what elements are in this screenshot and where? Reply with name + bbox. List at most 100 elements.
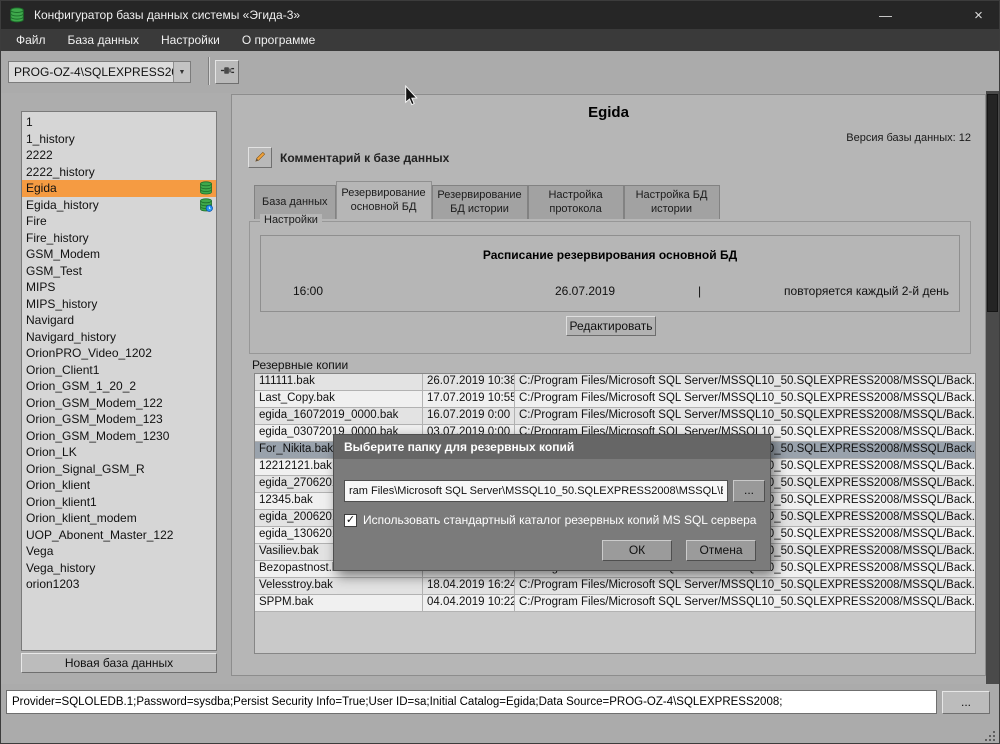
vertical-scrollbar[interactable]: [986, 91, 999, 737]
database-label: GSM_Test: [26, 264, 82, 278]
menu-item[interactable]: База данных: [57, 29, 150, 51]
database-list-item[interactable]: Fire_history: [22, 230, 216, 247]
database-label: Fire: [26, 214, 47, 228]
backup-file-cell: Last_Copy.bak: [255, 391, 423, 408]
database-history-icon: [199, 198, 213, 212]
database-list-item[interactable]: Egida_history: [22, 197, 216, 214]
checkbox-checked-icon[interactable]: ✓: [344, 514, 357, 527]
title-bar: Конфигуратор базы данных системы «Эгида-…: [1, 1, 999, 29]
database-list-item[interactable]: Orion_GSM_1_20_2: [22, 378, 216, 395]
connection-bar: ...: [1, 684, 999, 744]
connection-string-input[interactable]: [6, 690, 937, 714]
table-row[interactable]: egida_16072019_0000.bak16.07.2019 0:00C:…: [255, 408, 975, 425]
database-label: 1: [26, 115, 33, 129]
backup-path-cell: C:/Program Files/Microsoft SQL Server/MS…: [515, 578, 975, 595]
table-row[interactable]: 111111.bak26.07.2019 10:38C:/Program Fil…: [255, 374, 975, 391]
toolbar-separator: [208, 57, 210, 85]
database-list-item[interactable]: orion1203: [22, 576, 216, 593]
database-label: MIPS_history: [26, 297, 97, 311]
plug-icon: [220, 63, 235, 81]
new-database-button[interactable]: Новая база данных: [21, 653, 217, 673]
edit-comment-button[interactable]: [248, 147, 272, 168]
tab[interactable]: Настройка БД истории: [624, 185, 720, 219]
table-row[interactable]: SPPM.bak04.04.2019 10:22C:/Program Files…: [255, 595, 975, 612]
schedule-separator: |: [698, 284, 701, 298]
database-label: orion1203: [26, 577, 79, 591]
database-list-item[interactable]: MIPS_history: [22, 296, 216, 313]
menu-item[interactable]: Настройки: [150, 29, 231, 51]
server-combobox-value: PROG-OZ-4\SQLEXPRESS2008: [9, 65, 173, 79]
database-list-item[interactable]: Navigard_history: [22, 329, 216, 346]
database-list-item[interactable]: GSM_Modem: [22, 246, 216, 263]
database-list-item[interactable]: 2222: [22, 147, 216, 164]
database-label: MIPS: [26, 280, 55, 294]
connect-button[interactable]: [215, 60, 239, 84]
server-combobox[interactable]: PROG-OZ-4\SQLEXPRESS2008 ▼: [8, 61, 191, 83]
database-label: Navigard_history: [26, 330, 116, 344]
database-list-item[interactable]: Vega_history: [22, 560, 216, 577]
edit-schedule-button[interactable]: Редактировать: [566, 316, 656, 336]
backup-date-cell: 04.04.2019 10:22: [423, 595, 515, 612]
database-list-item[interactable]: 1_history: [22, 131, 216, 148]
database-label: Fire_history: [26, 231, 89, 245]
database-list-item[interactable]: Orion_GSM_Modem_122: [22, 395, 216, 412]
app-window: Конфигуратор базы данных системы «Эгида-…: [0, 0, 1000, 744]
window-title: Конфигуратор базы данных системы «Эгида-…: [34, 8, 300, 22]
table-row[interactable]: Velesstroy.bak18.04.2019 16:24C:/Program…: [255, 578, 975, 595]
database-label: Egida_history: [26, 198, 99, 212]
database-label: Orion_GSM_1_20_2: [26, 379, 136, 393]
database-list-item[interactable]: Egida: [22, 180, 216, 197]
backup-path-input[interactable]: [344, 480, 728, 502]
database-list-item[interactable]: Orion_klient: [22, 477, 216, 494]
backup-file-cell: egida_16072019_0000.bak: [255, 408, 423, 425]
backup-date-cell: 26.07.2019 10:38: [423, 374, 515, 391]
backup-date-cell: 16.07.2019 0:00: [423, 408, 515, 425]
backup-file-cell: 111111.bak: [255, 374, 423, 391]
database-icon: [199, 181, 213, 195]
app-database-icon: [9, 7, 26, 24]
backup-folder-dialog: Выберите папку для резервных копий ... ✓…: [333, 434, 771, 571]
minimize-button[interactable]: —: [863, 1, 908, 29]
database-label: 2222: [26, 148, 53, 162]
backup-date-cell: 18.04.2019 16:24: [423, 578, 515, 595]
database-list-item[interactable]: Orion_klient1: [22, 494, 216, 511]
close-button[interactable]: ×: [956, 1, 1000, 29]
menu-item[interactable]: Файл: [5, 29, 57, 51]
database-list-item[interactable]: Orion_GSM_Modem_123: [22, 411, 216, 428]
database-label: GSM_Modem: [26, 247, 100, 261]
dialog-browse-button[interactable]: ...: [733, 480, 765, 502]
scrollbar-thumb[interactable]: [987, 94, 998, 312]
database-list-item[interactable]: UOP_Abonent_Master_122: [22, 527, 216, 544]
database-list-item[interactable]: Orion_Signal_GSM_R: [22, 461, 216, 478]
menu-item[interactable]: О программе: [231, 29, 326, 51]
database-list-item[interactable]: 2222_history: [22, 164, 216, 181]
database-list-item[interactable]: Navigard: [22, 312, 216, 329]
resize-grip[interactable]: [984, 730, 996, 742]
main-panel: Egida Версия базы данных: 12 Комментарий…: [231, 94, 986, 676]
database-list-item[interactable]: Orion_GSM_Modem_1230: [22, 428, 216, 445]
tab[interactable]: Настройка протокола: [528, 185, 624, 219]
database-label: 1_history: [26, 132, 75, 146]
schedule-date: 26.07.2019: [555, 284, 615, 298]
tab[interactable]: Резервирование основной БД: [336, 181, 432, 219]
table-row[interactable]: Last_Copy.bak17.07.2019 10:55C:/Program …: [255, 391, 975, 408]
database-list-item[interactable]: Orion_LK: [22, 444, 216, 461]
database-list-item[interactable]: MIPS: [22, 279, 216, 296]
mouse-cursor: [403, 85, 421, 107]
database-list-item[interactable]: OrionPRO_Video_1202: [22, 345, 216, 362]
chevron-down-icon[interactable]: ▼: [173, 62, 190, 82]
database-list-item[interactable]: 1: [22, 114, 216, 131]
database-list-item[interactable]: Vega: [22, 543, 216, 560]
cancel-button[interactable]: Отмена: [686, 540, 756, 561]
database-list[interactable]: 1 1_history 2222 2222_historyEgidaEgida_his…: [21, 111, 217, 651]
ok-button[interactable]: ОК: [602, 540, 672, 561]
database-list-item[interactable]: GSM_Test: [22, 263, 216, 280]
default-catalog-checkrow[interactable]: ✓ Использовать стандартный каталог резер…: [344, 513, 756, 527]
backup-path-cell: C:/Program Files/Microsoft SQL Server/MS…: [515, 374, 975, 391]
database-label: Vega_history: [26, 561, 95, 575]
database-list-item[interactable]: Fire: [22, 213, 216, 230]
database-list-item[interactable]: Orion_klient_modem: [22, 510, 216, 527]
database-list-item[interactable]: Orion_Client1: [22, 362, 216, 379]
connection-browse-button[interactable]: ...: [942, 691, 990, 714]
tab[interactable]: Резервирование БД истории: [432, 185, 528, 219]
